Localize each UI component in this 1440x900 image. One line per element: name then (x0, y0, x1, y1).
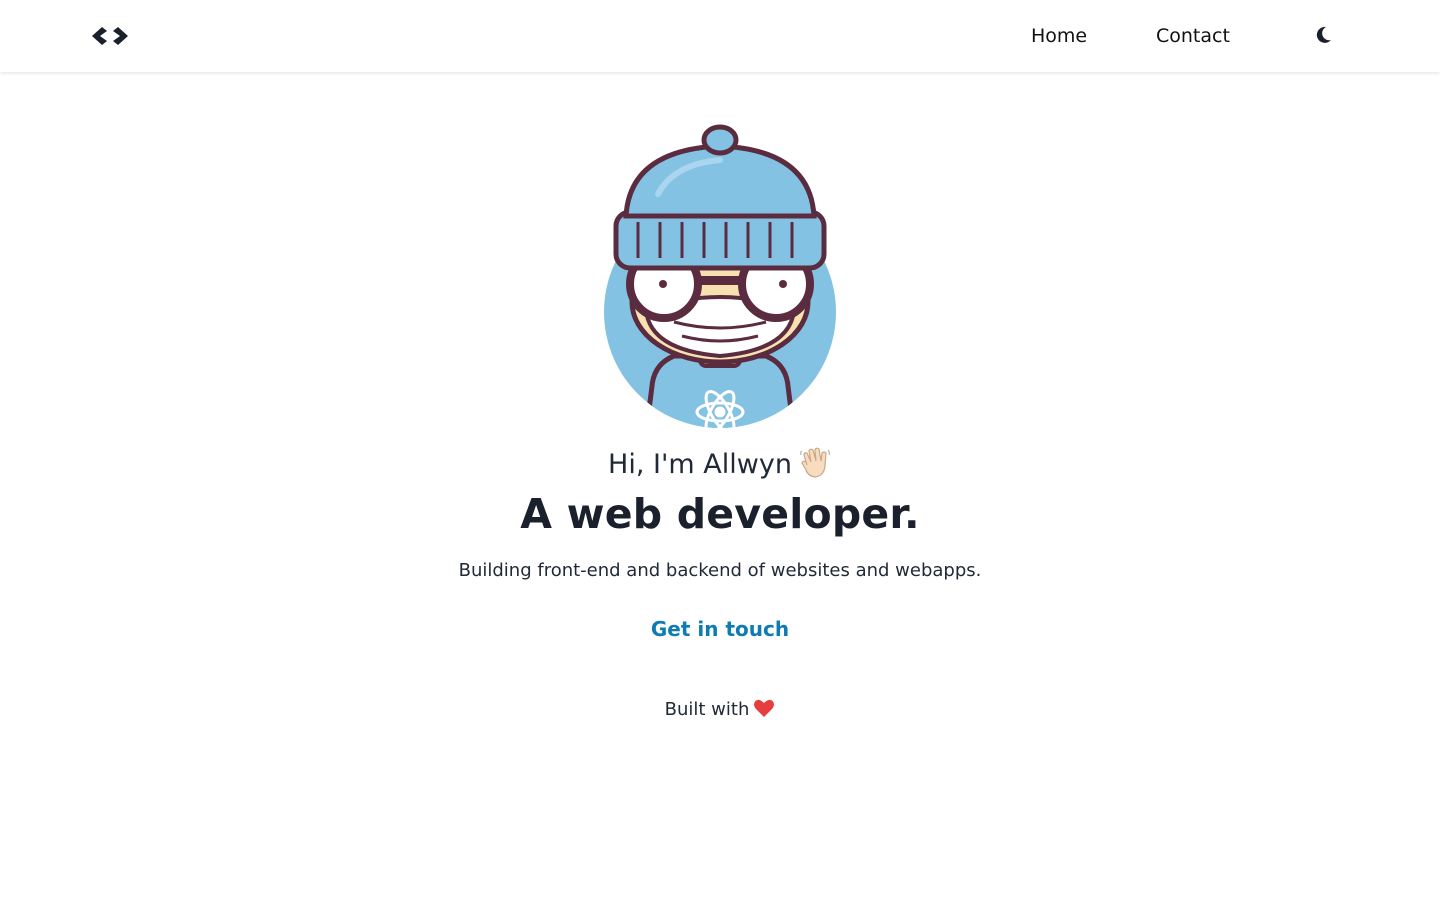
developer-avatar-illustration (604, 124, 836, 428)
heart-icon (754, 699, 775, 717)
get-in-touch-link[interactable]: Get in touch (620, 614, 820, 644)
greeting-line: Hi, I'm Allwyn (0, 446, 1440, 483)
top-navbar: Home Contact (0, 0, 1440, 72)
hero-subtext: Building front-end and backend of websit… (458, 560, 982, 581)
moon-icon[interactable] (1312, 24, 1334, 46)
code-brackets-icon[interactable] (90, 22, 130, 50)
greeting-text: Hi, I'm Allwyn (608, 449, 792, 480)
waving-hand-icon (799, 447, 830, 478)
nav-home-link[interactable]: Home (1031, 24, 1087, 48)
nav-contact-link[interactable]: Contact (1156, 24, 1230, 48)
footer: Built with (0, 696, 1440, 724)
footer-text: Built with (664, 699, 750, 720)
hero-headline: A web developer. (520, 490, 920, 538)
